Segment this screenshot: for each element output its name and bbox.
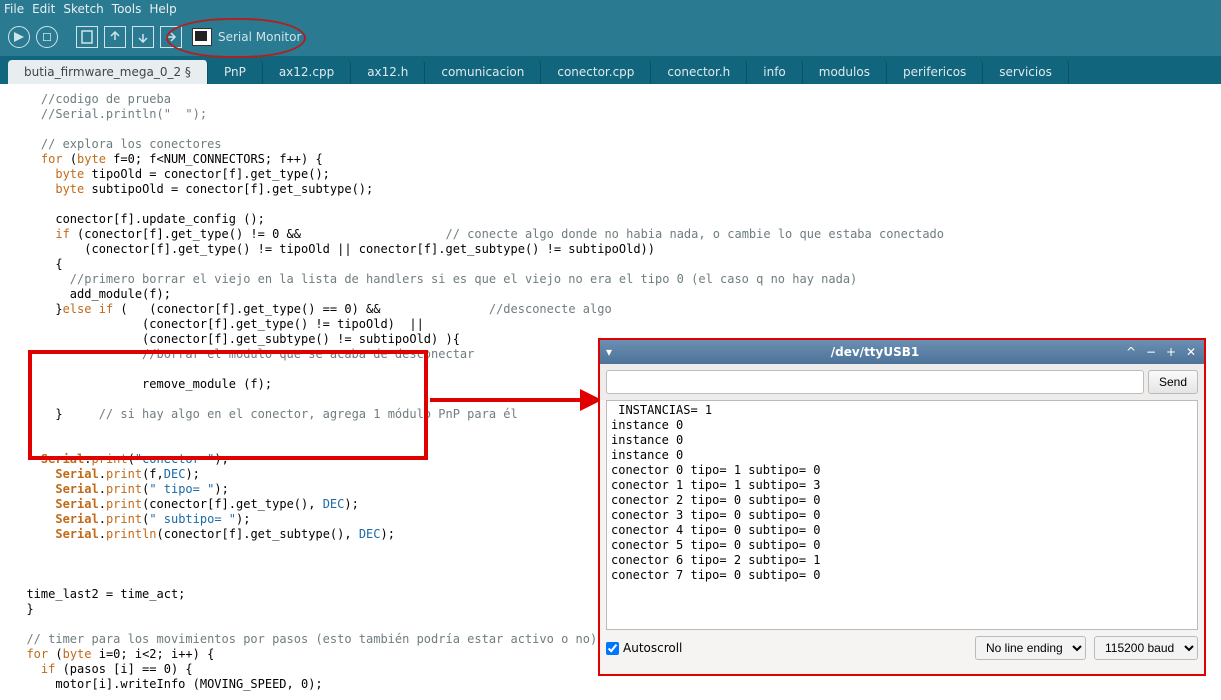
send-button[interactable]: Send <box>1148 370 1198 394</box>
stop-button[interactable] <box>36 26 58 48</box>
tab-servicios[interactable]: servicios <box>983 60 1069 84</box>
tab-modulos[interactable]: modulos <box>803 60 887 84</box>
menu-edit[interactable]: Edit <box>32 2 55 16</box>
monitor-icon <box>192 28 212 46</box>
menu-help[interactable]: Help <box>149 2 176 16</box>
menu-sketch[interactable]: Sketch <box>63 2 103 16</box>
serial-monitor-title: /dev/ttyUSB1 <box>626 345 1124 359</box>
menubar: File Edit Sketch Tools Help <box>0 0 1221 18</box>
menu-file[interactable]: File <box>4 2 24 16</box>
shade-icon[interactable]: ▾ <box>606 345 626 359</box>
autoscroll-checkbox[interactable]: Autoscroll <box>606 641 682 655</box>
minimize-icon[interactable]: − <box>1144 345 1158 359</box>
tabbar: butia_firmware_mega_0_2 §PnPax12.cppax12… <box>0 56 1221 84</box>
tab-conector-h[interactable]: conector.h <box>651 60 747 84</box>
serial-monitor-button[interactable]: Serial Monitor <box>192 28 301 46</box>
rollup-icon[interactable]: ^ <box>1124 345 1138 359</box>
tab-ax12-cpp[interactable]: ax12.cpp <box>263 60 351 84</box>
line-ending-select[interactable]: No line ending <box>975 636 1086 660</box>
verify-button[interactable] <box>8 26 30 48</box>
serial-monitor-input[interactable] <box>606 370 1144 394</box>
tab-butia_firmware_mega_0_2-[interactable]: butia_firmware_mega_0_2 § <box>8 60 208 84</box>
serial-monitor-bottom: Autoscroll No line ending 115200 baud <box>600 630 1204 666</box>
tab-ax12-h[interactable]: ax12.h <box>351 60 425 84</box>
maximize-icon[interactable]: + <box>1164 345 1178 359</box>
save-button[interactable] <box>132 26 154 48</box>
menu-tools[interactable]: Tools <box>112 2 142 16</box>
upload-button[interactable] <box>160 26 182 48</box>
autoscroll-input[interactable] <box>606 642 619 655</box>
autoscroll-label: Autoscroll <box>623 641 682 655</box>
serial-monitor-titlebar[interactable]: ▾ /dev/ttyUSB1 ^ − + ✕ <box>600 340 1204 364</box>
open-button[interactable] <box>104 26 126 48</box>
serial-monitor-label: Serial Monitor <box>218 30 301 44</box>
tab-pnp[interactable]: PnP <box>208 60 263 84</box>
serial-monitor-input-row: Send <box>600 364 1204 400</box>
close-icon[interactable]: ✕ <box>1184 345 1198 359</box>
toolbar: Serial Monitor <box>0 18 1221 56</box>
serial-monitor-window: ▾ /dev/ttyUSB1 ^ − + ✕ Send INSTANCIAS= … <box>598 338 1206 676</box>
tab-conector-cpp[interactable]: conector.cpp <box>541 60 651 84</box>
tab-perifericos[interactable]: perifericos <box>887 60 983 84</box>
baud-select[interactable]: 115200 baud <box>1094 636 1198 660</box>
new-button[interactable] <box>76 26 98 48</box>
tab-info[interactable]: info <box>747 60 803 84</box>
serial-monitor-output[interactable]: INSTANCIAS= 1 instance 0 instance 0 inst… <box>606 400 1198 630</box>
tab-comunicacion[interactable]: comunicacion <box>425 60 541 84</box>
